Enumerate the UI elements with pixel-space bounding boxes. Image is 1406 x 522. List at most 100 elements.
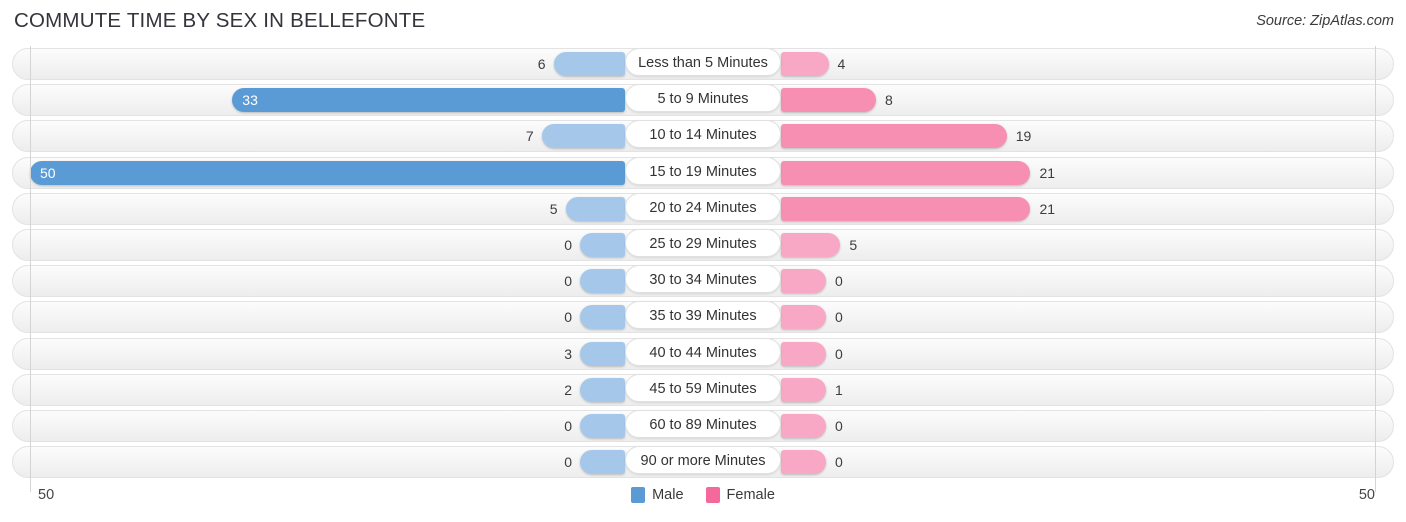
bar-value-male: 50 — [40, 164, 56, 181]
bar-value-male: 0 — [564, 236, 572, 253]
bar-male[interactable] — [580, 305, 625, 330]
bar-value-female: 0 — [835, 345, 843, 362]
row-bars: 5 21 20 to 24 Minutes — [0, 191, 1406, 227]
bar-male[interactable] — [580, 450, 625, 475]
bar-female[interactable] — [781, 269, 826, 294]
bar-male[interactable] — [580, 232, 625, 257]
legend-label: Male — [652, 487, 684, 503]
bar-row: 6 4 Less than 5 Minutes — [0, 46, 1406, 82]
category-label: 25 to 29 Minutes — [625, 228, 781, 257]
category-label: 45 to 59 Minutes — [625, 373, 781, 402]
legend-item-male[interactable]: Male — [631, 487, 684, 503]
category-label: 15 to 19 Minutes — [625, 156, 781, 185]
row-bars: 2 1 45 to 59 Minutes — [0, 372, 1406, 408]
bar-value-female: 0 — [835, 454, 843, 471]
bar-male[interactable] — [580, 413, 625, 438]
bar-row: 0 5 25 to 29 Minutes — [0, 227, 1406, 263]
category-label: 90 or more Minutes — [625, 446, 781, 475]
bar-value-male: 3 — [564, 345, 572, 362]
bar-value-female: 19 — [1015, 128, 1032, 145]
bar-male[interactable] — [580, 377, 625, 402]
axis-gridline-right — [1375, 46, 1376, 492]
bar-male[interactable] — [580, 341, 625, 366]
category-label: 20 to 24 Minutes — [625, 192, 781, 221]
bar-value-female: 8 — [885, 92, 893, 109]
legend-item-female[interactable]: Female — [705, 487, 775, 503]
bar-female[interactable] — [781, 160, 1031, 185]
category-label: 60 to 89 Minutes — [625, 409, 781, 438]
chart-header: COMMUTE TIME BY SEX IN BELLEFONTE Source… — [0, 0, 1406, 42]
bar-value-male: 0 — [564, 309, 572, 326]
bar-value-male: 0 — [564, 454, 572, 471]
chart-legend: Male Female — [0, 487, 1406, 503]
bar-row: 0 0 60 to 89 Minutes — [0, 408, 1406, 444]
row-bars: 6 4 Less than 5 Minutes — [0, 46, 1406, 82]
page-title: COMMUTE TIME BY SEX IN BELLEFONTE — [14, 9, 426, 32]
bar-value-male: 5 — [549, 200, 558, 217]
bar-value-female: 4 — [837, 56, 846, 72]
bar-male[interactable] — [30, 160, 625, 185]
category-label: 40 to 44 Minutes — [625, 337, 781, 366]
chart-footer: 50 50 Male Female — [0, 484, 1406, 522]
row-bars: 3 0 40 to 44 Minutes — [0, 336, 1406, 372]
bar-male[interactable] — [565, 196, 625, 221]
bar-row: 7 19 10 to 14 Minutes — [0, 118, 1406, 154]
row-bars: 33 8 5 to 9 Minutes — [0, 82, 1406, 118]
bar-row: 3 0 40 to 44 Minutes — [0, 336, 1406, 372]
bar-value-female: 1 — [835, 381, 843, 398]
bar-value-female: 21 — [1039, 200, 1056, 217]
bar-value-female: 0 — [835, 273, 843, 290]
legend-label: Female — [726, 487, 775, 503]
bar-male[interactable] — [232, 88, 625, 113]
bar-value-male: 0 — [564, 273, 572, 290]
bar-row: 0 0 90 or more Minutes — [0, 444, 1406, 480]
bar-row: 50 21 15 to 19 Minutes — [0, 155, 1406, 191]
row-bars: 50 21 15 to 19 Minutes — [0, 155, 1406, 191]
bar-value-male: 33 — [242, 92, 258, 109]
row-bars: 0 0 60 to 89 Minutes — [0, 408, 1406, 444]
row-bars: 0 5 25 to 29 Minutes — [0, 227, 1406, 263]
bar-row: 5 21 20 to 24 Minutes — [0, 191, 1406, 227]
bar-row: 0 0 30 to 34 Minutes — [0, 263, 1406, 299]
bar-female[interactable] — [781, 52, 829, 76]
row-bars: 0 0 90 or more Minutes — [0, 444, 1406, 480]
bar-value-male: 0 — [564, 417, 572, 434]
bar-female[interactable] — [781, 305, 826, 330]
bar-female[interactable] — [781, 88, 877, 113]
bar-value-female: 0 — [835, 309, 843, 326]
bar-male[interactable] — [580, 269, 625, 294]
row-bars: 0 0 30 to 34 Minutes — [0, 263, 1406, 299]
category-label: 5 to 9 Minutes — [625, 84, 781, 113]
bar-row: 33 8 5 to 9 Minutes — [0, 82, 1406, 118]
bar-female[interactable] — [781, 377, 826, 402]
bar-male[interactable] — [541, 124, 625, 149]
source-attribution: Source: ZipAtlas.com — [1256, 13, 1394, 29]
bar-row: 0 0 35 to 39 Minutes — [0, 299, 1406, 335]
bar-female[interactable] — [781, 341, 826, 366]
category-label: 30 to 34 Minutes — [625, 265, 781, 294]
category-label: Less than 5 Minutes — [625, 48, 781, 76]
category-label: 35 to 39 Minutes — [625, 301, 781, 330]
row-bars: 7 19 10 to 14 Minutes — [0, 118, 1406, 154]
bar-female[interactable] — [781, 450, 826, 475]
bar-female[interactable] — [781, 413, 826, 438]
plot-area: 6 4 Less than 5 Minutes 33 8 5 to 9 Minutes 7 1… — [0, 46, 1406, 492]
bar-female[interactable] — [781, 232, 841, 257]
bar-female[interactable] — [781, 196, 1031, 221]
bar-male[interactable] — [553, 52, 625, 76]
bar-value-male: 6 — [537, 56, 546, 72]
bar-value-female: 5 — [849, 236, 858, 253]
bar-value-female: 0 — [835, 417, 843, 434]
bar-value-male: 7 — [525, 128, 534, 145]
bar-row: 2 1 45 to 59 Minutes — [0, 372, 1406, 408]
bar-female[interactable] — [781, 124, 1007, 149]
legend-swatch-icon — [705, 487, 720, 503]
row-bars: 0 0 35 to 39 Minutes — [0, 299, 1406, 335]
bar-value-female: 21 — [1039, 164, 1056, 181]
legend-swatch-icon — [631, 487, 646, 503]
bar-rows: 6 4 Less than 5 Minutes 33 8 5 to 9 Minutes 7 1… — [0, 46, 1406, 480]
chart-container: COMMUTE TIME BY SEX IN BELLEFONTE Source… — [0, 0, 1406, 522]
axis-gridline-left — [30, 46, 31, 492]
bar-value-male: 2 — [564, 381, 572, 398]
category-label: 10 to 14 Minutes — [625, 120, 781, 149]
